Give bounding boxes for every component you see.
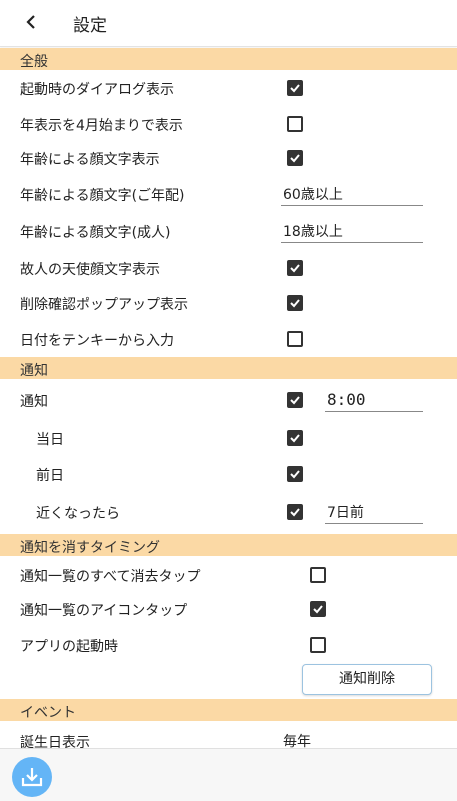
list-icon-tap-label: 通知一覧のアイコンタップ	[20, 603, 188, 619]
chevron-left-icon	[26, 15, 35, 29]
check-icon	[290, 264, 300, 273]
same-day-checkbox[interactable]	[287, 430, 303, 446]
delete-confirm-label: 削除確認ポップアップ表示	[20, 297, 188, 313]
page-title: 設定	[73, 16, 107, 36]
app-header: 設定	[0, 0, 457, 47]
elderly-age-value: 60歳以上	[283, 187, 343, 203]
approaching-days-value: 7日前	[327, 505, 364, 521]
download-button[interactable]	[12, 757, 52, 797]
year-april-checkbox[interactable]	[287, 116, 303, 132]
approaching-label: 近くなったら	[36, 506, 120, 522]
app-start-checkbox[interactable]	[310, 637, 326, 653]
same-day-label: 当日	[36, 432, 64, 448]
check-icon	[290, 299, 300, 308]
check-icon	[313, 605, 323, 614]
bottom-bar	[0, 748, 457, 801]
section-general-label: 全般	[20, 54, 48, 70]
elderly-age-field[interactable]: 60歳以上	[281, 183, 423, 206]
check-icon	[290, 84, 300, 93]
day-before-checkbox[interactable]	[287, 466, 303, 482]
day-before-label: 前日	[36, 468, 64, 484]
approaching-checkbox[interactable]	[287, 504, 303, 520]
notify-time-field[interactable]: 8:00	[325, 389, 423, 412]
startup-dialog-checkbox[interactable]	[287, 80, 303, 96]
year-april-label: 年表示を4月始まりで表示	[20, 118, 183, 134]
section-dismiss: 通知を消すタイミング	[0, 534, 457, 556]
check-icon	[290, 508, 300, 517]
list-icon-tap-checkbox[interactable]	[310, 601, 326, 617]
download-icon	[21, 768, 43, 787]
age-emoticon-label: 年齢による顔文字表示	[20, 152, 160, 168]
check-icon	[290, 434, 300, 443]
section-dismiss-label: 通知を消すタイミング	[20, 540, 160, 556]
approaching-days-field[interactable]: 7日前	[325, 501, 423, 524]
deceased-angel-label: 故人の天使顔文字表示	[20, 262, 160, 278]
section-general: 全般	[0, 48, 457, 70]
startup-dialog-label: 起動時のダイアログ表示	[20, 82, 174, 98]
age-emoticon-adult-label: 年齢による顔文字(成人)	[20, 225, 171, 241]
app-start-label: アプリの起動時	[20, 639, 118, 655]
list-clear-all-label: 通知一覧のすべて消去タップ	[20, 569, 201, 585]
check-icon	[290, 396, 300, 405]
adult-age-field[interactable]: 18歳以上	[281, 220, 423, 243]
check-icon	[290, 470, 300, 479]
list-clear-all-checkbox[interactable]	[310, 567, 326, 583]
section-event: イベント	[0, 699, 457, 721]
section-event-label: イベント	[20, 705, 76, 721]
section-notification-label: 通知	[20, 363, 48, 379]
age-emoticon-checkbox[interactable]	[287, 150, 303, 166]
notify-label: 通知	[20, 394, 48, 410]
deceased-angel-checkbox[interactable]	[287, 260, 303, 276]
delete-notifications-button[interactable]: 通知削除	[302, 664, 432, 695]
check-icon	[290, 154, 300, 163]
notify-time-value: 8:00	[327, 390, 366, 409]
delete-confirm-checkbox[interactable]	[287, 295, 303, 311]
age-emoticon-elderly-label: 年齢による顔文字(ご年配)	[20, 188, 185, 204]
section-notification: 通知	[0, 357, 457, 379]
date-tenkey-label: 日付をテンキーから入力	[20, 333, 174, 349]
back-button[interactable]	[20, 10, 44, 34]
date-tenkey-checkbox[interactable]	[287, 331, 303, 347]
adult-age-value: 18歳以上	[283, 224, 343, 240]
notify-checkbox[interactable]	[287, 392, 303, 408]
